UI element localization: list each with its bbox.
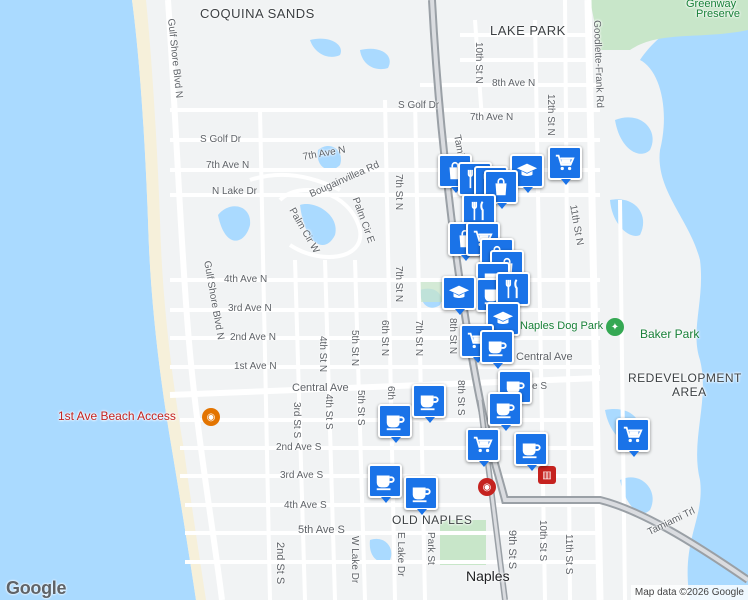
coffee-icon	[494, 398, 516, 420]
map-pin-shopping-cart[interactable]	[616, 418, 650, 457]
street-6th-st-n: 6th St N	[379, 320, 390, 357]
street-5th-st-n: 5th St N	[349, 330, 360, 367]
street-w-lake-dr: W Lake Dr	[349, 536, 360, 584]
park-small	[420, 280, 442, 302]
street-central-ave-1: Central Ave	[292, 382, 349, 394]
street-3rd-ave-s: 3rd Ave S	[280, 470, 324, 481]
bay-inlet-2	[610, 199, 644, 236]
street-3rd-st-s: 3rd St S	[291, 402, 302, 439]
coffee-icon	[486, 336, 508, 358]
map-base-layer	[0, 0, 748, 600]
coffee-icon	[374, 470, 396, 492]
map-pin-coffee[interactable]	[404, 476, 438, 515]
place-baker-park: Baker Park	[640, 327, 700, 341]
street-2nd-st-s: 2nd St S	[274, 542, 286, 585]
restaurant-icon	[468, 200, 490, 222]
street-12th-st-n: 12th St N	[545, 94, 556, 136]
school-icon	[516, 160, 538, 182]
shopping-cart-icon	[554, 152, 576, 174]
beach-access-icon[interactable]: ◉	[202, 408, 220, 426]
shopping-cart-icon	[622, 424, 644, 446]
street-11th-st-s: 11th St S	[563, 534, 574, 575]
map-pin-coffee[interactable]	[514, 432, 548, 471]
street-central-ave-2: Central Ave	[516, 351, 573, 363]
street-10th-st-n: 10th St N	[473, 42, 484, 84]
street-7th-st-n-2: 7th St N	[393, 266, 404, 303]
lake-7	[369, 538, 392, 562]
street-8th-st-n: 8th St N	[447, 318, 458, 355]
dog-park-icon[interactable]: ✦	[606, 318, 624, 336]
place-old-naples: OLD NAPLES	[392, 513, 473, 527]
bay-inlet-1	[615, 117, 653, 154]
lake-4	[218, 206, 251, 241]
coffee-icon	[418, 390, 440, 412]
street-park-st: Park St	[425, 532, 436, 565]
street-7th-ave-n-1: 7th Ave N	[470, 112, 514, 123]
restaurant-icon	[502, 278, 524, 300]
place-dog-park: Naples Dog Park	[520, 320, 604, 332]
place-naples: Naples	[466, 568, 510, 584]
map-pin-coffee[interactable]	[412, 384, 446, 423]
place-coquina-sands: COQUINA SANDS	[200, 6, 315, 21]
street-4th-ave-s: 4th Ave S	[284, 500, 327, 511]
street-5th-ave-s: 5th Ave S	[298, 524, 345, 536]
lake-1	[310, 38, 341, 57]
street-4th-ave-n: 4th Ave N	[224, 274, 268, 285]
place-redevelopment-2: AREA	[672, 385, 707, 399]
place-greenway-2: Preserve	[696, 8, 741, 20]
street-1st-ave-n: 1st Ave N	[234, 361, 277, 372]
google-logo: Google	[6, 578, 67, 598]
place-redevelopment: REDEVELOPMENT	[628, 371, 742, 385]
street-7th-ave-n-3: 7th Ave N	[206, 160, 250, 171]
map-pin-restaurant[interactable]	[496, 272, 530, 311]
gulf-water	[0, 0, 196, 600]
street-9th-st-s: 9th St S	[506, 530, 518, 570]
map-pin-shopping-cart[interactable]	[466, 428, 500, 467]
street-7th-st-n-3: 7th St N	[413, 320, 424, 357]
lake-2	[360, 48, 390, 70]
street-ave-e-s: e S	[532, 381, 548, 392]
school-icon	[492, 308, 514, 330]
street-4th-st-s: 4th St S	[323, 394, 334, 430]
street-8th-st-s: 8th St S	[455, 380, 466, 416]
street-2nd-ave-s: 2nd Ave S	[276, 442, 322, 453]
street-10th-st-s: 10th St S	[537, 520, 548, 562]
street-3rd-ave-n: 3rd Ave N	[228, 303, 272, 314]
place-beach-access: 1st Ave Beach Access	[58, 409, 176, 423]
street-6th-st-s: 6th	[385, 386, 396, 400]
museum-icon[interactable]: ▥	[538, 466, 556, 484]
coffee-icon	[520, 438, 542, 460]
place-lake-park: LAKE PARK	[490, 23, 566, 38]
street-5th-st-s: 5th St S	[355, 390, 366, 426]
coffee-icon	[410, 482, 432, 504]
street-2nd-ave-n: 2nd Ave N	[230, 332, 276, 343]
map-pin-coffee[interactable]	[480, 330, 514, 369]
street-7th-st-n-1: 7th St N	[393, 174, 404, 211]
map-attribution[interactable]: Map data ©2026 Google	[630, 585, 748, 600]
street-n-lake-dr: N Lake Dr	[212, 186, 258, 197]
school-icon	[448, 282, 470, 304]
map-pin-coffee[interactable]	[488, 392, 522, 431]
coffee-icon	[384, 410, 406, 432]
map-pin-coffee[interactable]	[368, 464, 402, 503]
street-8th-ave-n: 8th Ave N	[492, 78, 536, 89]
map-pin-shopping-cart[interactable]	[548, 146, 582, 185]
map-canvas[interactable]: ◉ ✦ ▥ ◉ COQUINA SANDS LAKE PARK Greenway…	[0, 0, 748, 600]
street-s-golf-dr-1: S Golf Dr	[398, 100, 440, 111]
map-pin-school[interactable]	[442, 276, 476, 315]
street-4th-st-n: 4th St N	[317, 336, 328, 373]
shopping-cart-icon	[472, 434, 494, 456]
street-e-lake-dr: E Lake Dr	[395, 532, 406, 577]
street-s-golf-dr-2: S Golf Dr	[200, 134, 242, 145]
landmark-icon[interactable]: ◉	[478, 478, 496, 496]
map-pin-coffee[interactable]	[378, 404, 412, 443]
